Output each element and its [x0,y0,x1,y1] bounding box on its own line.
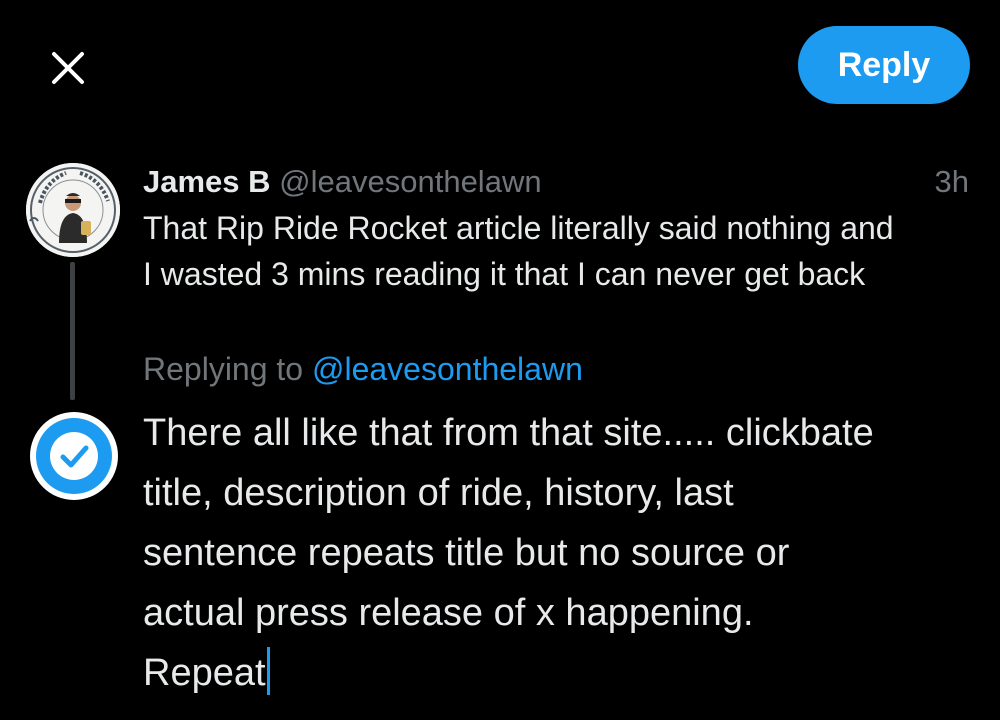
tweet-text: That Rip Ride Rocket article literally s… [143,205,983,297]
author-handle[interactable]: @leavesonthelawn [279,164,541,199]
verified-check-icon [30,412,118,500]
close-icon [52,52,84,84]
tweet-timestamp: 3h [934,164,969,199]
compose-text-line: title, description of ride, history, las… [143,472,734,514]
tweet-header: James B @leavesonthelawn 3h [143,160,973,204]
author-name[interactable]: James B [143,164,271,199]
compose-text-line-last: Repeat [143,643,983,703]
current-user-avatar [28,410,120,502]
thread-connector-line [70,262,75,400]
replying-to-handle[interactable]: @leavesonthelawn [312,351,583,387]
reply-compose-input[interactable]: There all like that from that site..... … [143,403,983,703]
compose-text-line: sentence repeats title but no source or [143,532,790,574]
reply-button[interactable]: Reply [798,26,970,104]
author-avatar[interactable] [26,163,120,257]
replying-to-label: Replying to @leavesonthelawn [143,346,583,392]
close-button[interactable] [40,40,96,96]
compose-text-line: actual press release of x happening. [143,592,754,634]
tweet-text-line: I wasted 3 mins reading it that I can ne… [143,256,866,292]
replying-to-text: Replying to [143,351,304,387]
text-caret [266,647,270,695]
compose-text-line: There all like that from that site..... … [143,412,874,454]
avatar-image [26,163,120,257]
tweet-text-line: That Rip Ride Rocket article literally s… [143,210,894,246]
compose-text-last-words: Repeat [143,652,266,694]
